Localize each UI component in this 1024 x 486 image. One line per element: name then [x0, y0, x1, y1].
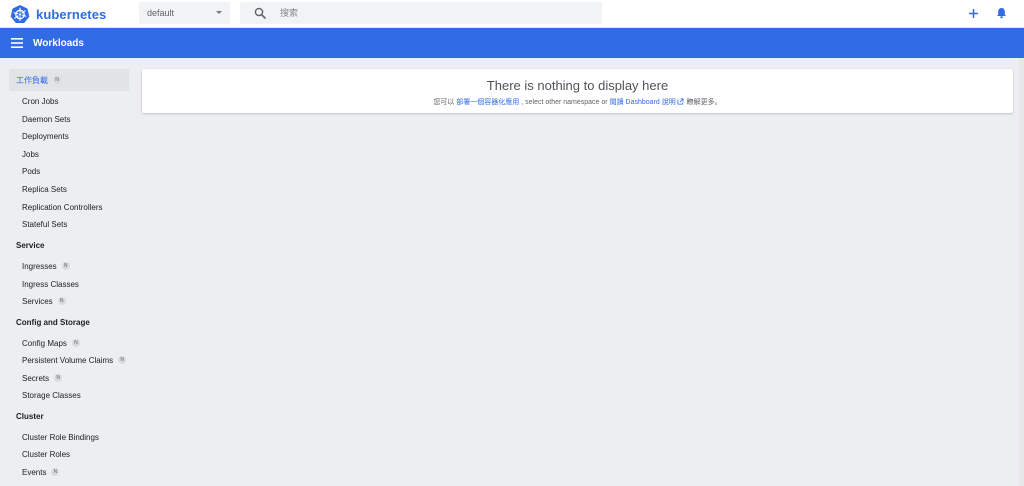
- sidebar-group-label: Config and Storage: [16, 317, 90, 327]
- search-bar[interactable]: [240, 2, 602, 24]
- sidebar-group-config-and-storage[interactable]: Config and Storage: [9, 311, 129, 333]
- sidebar-group-label: Service: [16, 240, 45, 250]
- menu-button[interactable]: [10, 36, 24, 50]
- sidebar-item-deployments[interactable]: Deployments: [22, 129, 132, 143]
- dropdown-arrow-icon: [216, 11, 222, 14]
- sidebar-item-label: Deployments: [22, 131, 69, 141]
- bell-icon: [996, 8, 1006, 19]
- namespace-select[interactable]: default: [139, 2, 230, 24]
- dashboard-docs-link[interactable]: 閱讀 Dashboard 說明: [609, 98, 685, 106]
- plus-icon: [968, 8, 978, 18]
- sidebar-item-events[interactable]: Events N: [22, 465, 132, 479]
- sidebar-item-label: Daemon Sets: [22, 114, 71, 124]
- top-bar: kubernetes default: [0, 0, 1024, 28]
- empty-state-title: There is nothing to display here: [486, 78, 669, 93]
- namespace-value: default: [147, 8, 175, 18]
- search-input[interactable]: [280, 5, 580, 21]
- namespaced-badge: N: [71, 339, 80, 347]
- namespaced-badge: N: [61, 262, 70, 270]
- deploy-app-link[interactable]: 部署一個容器化應用: [456, 99, 519, 106]
- create-resource-button[interactable]: [964, 4, 982, 22]
- sidebar-item-label: Cluster Role Bindings: [22, 432, 99, 442]
- sidebar-item-secrets[interactable]: Secrets N: [22, 371, 132, 385]
- sidebar-item-cron-jobs[interactable]: Cron Jobs: [22, 94, 132, 108]
- sidebar-group-service[interactable]: Service: [9, 234, 129, 256]
- sidebar-item-label: Storage Classes: [22, 390, 81, 400]
- brand-name: kubernetes: [36, 6, 107, 22]
- sidebar-item-daemon-sets[interactable]: Daemon Sets: [22, 112, 132, 126]
- hamburger-menu-icon: [11, 38, 23, 48]
- sidebar-item-label: Replication Controllers: [22, 202, 103, 212]
- sidebar-item-label: Events: [22, 467, 47, 477]
- notifications-button[interactable]: [992, 4, 1010, 22]
- sidebar-item-label: Services: [22, 296, 53, 306]
- namespaced-badge: N: [57, 297, 66, 305]
- sidebar-item-label: Cron Jobs: [22, 96, 59, 106]
- sidebar: 工作負載 N Cron Jobs Daemon Sets Deployments…: [0, 58, 135, 486]
- empty-state-description: 您可以 部署一個容器化應用 , select other namespace o…: [142, 97, 1013, 107]
- sidebar-item-jobs[interactable]: Jobs: [22, 147, 132, 161]
- sidebar-item-label: Pods: [22, 166, 41, 176]
- sidebar-item-label: Config Maps: [22, 338, 67, 348]
- sidebar-item-storage-classes[interactable]: Storage Classes: [22, 388, 132, 402]
- namespaced-badge: N: [51, 468, 60, 476]
- sidebar-item-stateful-sets[interactable]: Stateful Sets: [22, 217, 132, 231]
- sidebar-item-pods[interactable]: Pods: [22, 164, 132, 178]
- sidebar-item-label: Jobs: [22, 149, 39, 159]
- sidebar-item-cluster-role-bindings[interactable]: Cluster Role Bindings: [22, 430, 132, 444]
- sidebar-group-label: Cluster: [16, 411, 44, 421]
- sidebar-item-label: Ingresses: [22, 261, 57, 271]
- namespaced-badge: N: [118, 356, 127, 364]
- open-in-new-icon: [677, 98, 684, 105]
- sidebar-item-replication-controllers[interactable]: Replication Controllers: [22, 200, 132, 214]
- empty-state-suffix: 瞭解更多。: [686, 99, 722, 106]
- dashboard-docs-label: 閱讀 Dashboard 說明: [609, 99, 676, 106]
- sidebar-item-config-maps[interactable]: Config Maps N: [22, 336, 132, 350]
- kubernetes-helm-icon: [10, 5, 30, 23]
- sidebar-item-label: Cluster Roles: [22, 449, 71, 459]
- search-icon: [254, 7, 266, 19]
- empty-state-card: There is nothing to display here 您可以 部署一…: [142, 69, 1013, 113]
- sidebar-group-label: 工作負載: [16, 75, 48, 85]
- kubernetes-logo[interactable]: kubernetes: [10, 3, 106, 25]
- sidebar-item-label: Secrets: [22, 373, 50, 383]
- sidebar-item-label: Stateful Sets: [22, 219, 68, 229]
- namespaced-badge: N: [54, 374, 63, 382]
- page-scrollbar[interactable]: [1019, 58, 1024, 486]
- page-header: Workloads: [0, 28, 1024, 58]
- sidebar-item-cluster-roles[interactable]: Cluster Roles: [22, 447, 132, 461]
- sidebar-group-cluster[interactable]: Cluster: [9, 405, 129, 427]
- sidebar-item-replica-sets[interactable]: Replica Sets: [22, 182, 132, 196]
- sidebar-item-label: Persistent Volume Claims: [22, 355, 114, 365]
- empty-state-prefix: 您可以: [433, 99, 455, 106]
- sidebar-item-ingress-classes[interactable]: Ingress Classes: [22, 277, 132, 291]
- page-title: Workloads: [33, 37, 84, 49]
- empty-state-middle: , select other namespace or: [521, 99, 608, 106]
- sidebar-item-label: Replica Sets: [22, 184, 67, 194]
- namespaced-badge: N: [53, 76, 61, 84]
- sidebar-item-services[interactable]: Services N: [22, 294, 132, 308]
- sidebar-item-label: Ingress Classes: [22, 279, 79, 289]
- sidebar-item-persistent-volume-claims[interactable]: Persistent Volume Claims N: [22, 353, 132, 367]
- sidebar-group-workloads[interactable]: 工作負載 N: [9, 69, 129, 91]
- sidebar-item-ingresses[interactable]: Ingresses N: [22, 259, 132, 273]
